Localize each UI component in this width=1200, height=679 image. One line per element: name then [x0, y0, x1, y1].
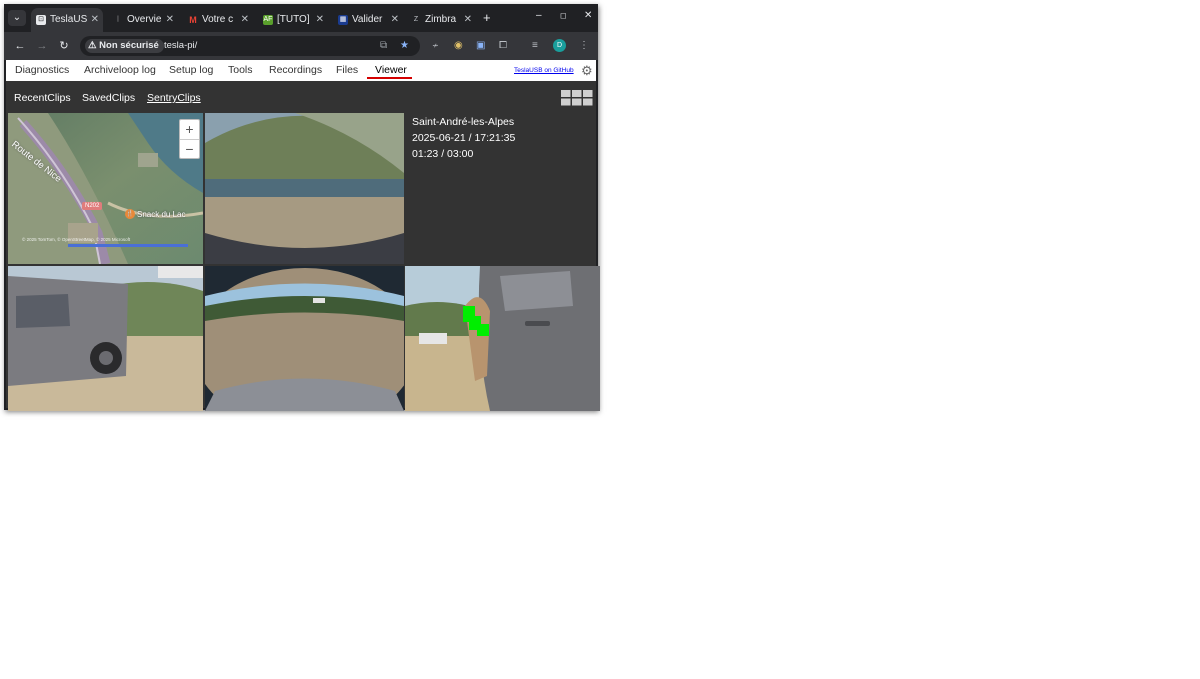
tab-gmail[interactable]: M Votre c ✕: [183, 8, 253, 32]
url-text: tesla-pi/: [164, 40, 198, 51]
clip-location: Saint-André-les-Alpes: [412, 116, 515, 128]
menu-viewer[interactable]: Viewer: [375, 63, 407, 77]
gear-icon[interactable]: ⚙: [581, 64, 595, 78]
tab-title: Valider: [352, 14, 383, 25]
minimize-icon[interactable]: –: [536, 10, 542, 21]
tab-title: Overvie: [127, 14, 162, 25]
media-queue-icon[interactable]: ≡: [532, 39, 538, 53]
browser-window: ⌄ ⊡ TeslaUS ✕ ᛁ Overvie ✕ M Votre c ✕ AF…: [4, 4, 600, 411]
map-scale-bar: [68, 244, 188, 247]
extension-icon[interactable]: ≁: [432, 39, 439, 53]
close-tab-icon[interactable]: ✕: [241, 8, 249, 32]
page-content: Diagnostics Archiveloop log Setup log To…: [6, 60, 600, 411]
menu-tools[interactable]: Tools: [228, 63, 253, 77]
menu-files[interactable]: Files: [336, 63, 358, 77]
front-camera-frame: [205, 113, 404, 264]
menu-archiveloop-log[interactable]: Archiveloop log: [84, 63, 156, 77]
profile-avatar[interactable]: D: [553, 39, 566, 52]
clip-datetime: 2025-06-21 / 17:21:35: [412, 132, 516, 144]
tab-tuto[interactable]: AF [TUTO] ✕: [258, 8, 328, 32]
tab-zimbra[interactable]: Z Zimbra ✕: [406, 8, 476, 32]
tab-strip: ⌄ ⊡ TeslaUS ✕ ᛁ Overvie ✕ M Votre c ✕ AF…: [4, 4, 598, 32]
new-tab-button[interactable]: +: [483, 11, 491, 24]
active-menu-underline: [367, 77, 412, 79]
close-tab-icon[interactable]: ✕: [316, 8, 324, 32]
location-map[interactable]: Route de Nice N202 🍴 Snack du Lac + − © …: [8, 113, 203, 264]
left-camera-video[interactable]: [8, 266, 203, 411]
tab-title: Zimbra: [425, 14, 457, 25]
cookie-extension-icon[interactable]: ◉: [454, 39, 463, 53]
reload-icon[interactable]: ↻: [56, 38, 72, 54]
map-attribution: © 2025 TomTom, © OpenStreetMap, © 2025 M…: [22, 237, 131, 242]
left-camera-frame: [8, 266, 203, 411]
right-camera-video[interactable]: [405, 266, 600, 411]
tab-title: Votre c: [202, 14, 234, 25]
zoom-out-button[interactable]: −: [180, 140, 199, 159]
close-tab-icon[interactable]: ✕: [391, 8, 399, 32]
overview-icon: ᛁ: [115, 16, 121, 23]
road-badge: N202: [82, 202, 103, 210]
screenshot-extension-icon[interactable]: ▣: [476, 39, 485, 53]
tab-title: TeslaUS: [50, 14, 88, 25]
maximize-icon[interactable]: ◻: [560, 11, 567, 20]
menu-diagnostics[interactable]: Diagnostics: [15, 63, 69, 77]
zoom-in-button[interactable]: +: [180, 120, 199, 140]
close-tab-icon[interactable]: ✕: [91, 8, 99, 32]
close-tab-icon[interactable]: ✕: [464, 8, 472, 32]
close-window-icon[interactable]: ✕: [584, 10, 592, 21]
valider-icon: ▦: [338, 15, 348, 25]
tab-valider[interactable]: ▦ Valider ✕: [333, 8, 403, 32]
poi-label: Snack du Lac: [137, 210, 186, 219]
tab-search-button[interactable]: ⌄: [8, 10, 26, 26]
menu-recordings[interactable]: Recordings: [269, 63, 322, 77]
submenu-recentclips[interactable]: RecentClips: [14, 91, 71, 105]
clip-info-panel: Saint-André-les-Alpes 2025-06-21 / 17:21…: [412, 114, 515, 162]
github-link[interactable]: TeslaUSB on GitHub: [514, 67, 574, 74]
motion-highlight: [477, 324, 489, 336]
submenu-sentryclips[interactable]: SentryClips: [147, 91, 201, 105]
more-menu-icon[interactable]: ⋮: [579, 39, 589, 53]
puzzle-extensions-icon[interactable]: ⧠: [499, 39, 507, 53]
tab-teslausb[interactable]: ⊡ TeslaUS ✕: [31, 8, 103, 32]
front-camera-video[interactable]: [205, 113, 404, 264]
close-tab-icon[interactable]: ✕: [166, 8, 174, 32]
forward-icon[interactable]: →: [34, 38, 50, 54]
zimbra-icon: Z: [413, 16, 419, 23]
af-icon: AF: [263, 15, 273, 25]
tab-overview[interactable]: ᛁ Overvie ✕: [108, 8, 178, 32]
grid-layout-icon[interactable]: [561, 90, 593, 106]
security-label: Non sécurisé: [99, 40, 159, 51]
clip-folder-menu: RecentClips SavedClips SentryClips: [6, 81, 596, 109]
submenu-savedclips[interactable]: SavedClips: [82, 91, 135, 105]
rear-camera-video[interactable]: [205, 266, 404, 411]
warning-icon: ⚠: [88, 40, 97, 51]
browser-toolbar: ← → ↻ ⚠ Non sécurisé tesla-pi/ ⧉ ★ ≁ ◉ ▣…: [4, 32, 598, 60]
main-menu: Diagnostics Archiveloop log Setup log To…: [6, 60, 596, 81]
address-bar[interactable]: ⚠ Non sécurisé tesla-pi/ ⧉ ★: [80, 36, 420, 56]
gmail-icon: M: [189, 15, 197, 25]
security-indicator[interactable]: ⚠ Non sécurisé: [85, 39, 164, 53]
clip-playback-time: 01:23 / 03:00: [412, 148, 474, 160]
back-icon[interactable]: ←: [12, 38, 28, 54]
menu-setup-log[interactable]: Setup log: [169, 63, 213, 77]
translate-icon[interactable]: ⧉: [380, 39, 387, 53]
map-zoom-control: + −: [179, 119, 200, 159]
bookmark-star-icon[interactable]: ★: [400, 39, 409, 53]
tesla-icon: ⊡: [36, 15, 46, 25]
rear-camera-frame: [205, 266, 404, 411]
poi-pin-icon: 🍴: [125, 209, 135, 219]
tab-title: [TUTO]: [277, 14, 310, 25]
right-camera-frame: [405, 266, 600, 411]
